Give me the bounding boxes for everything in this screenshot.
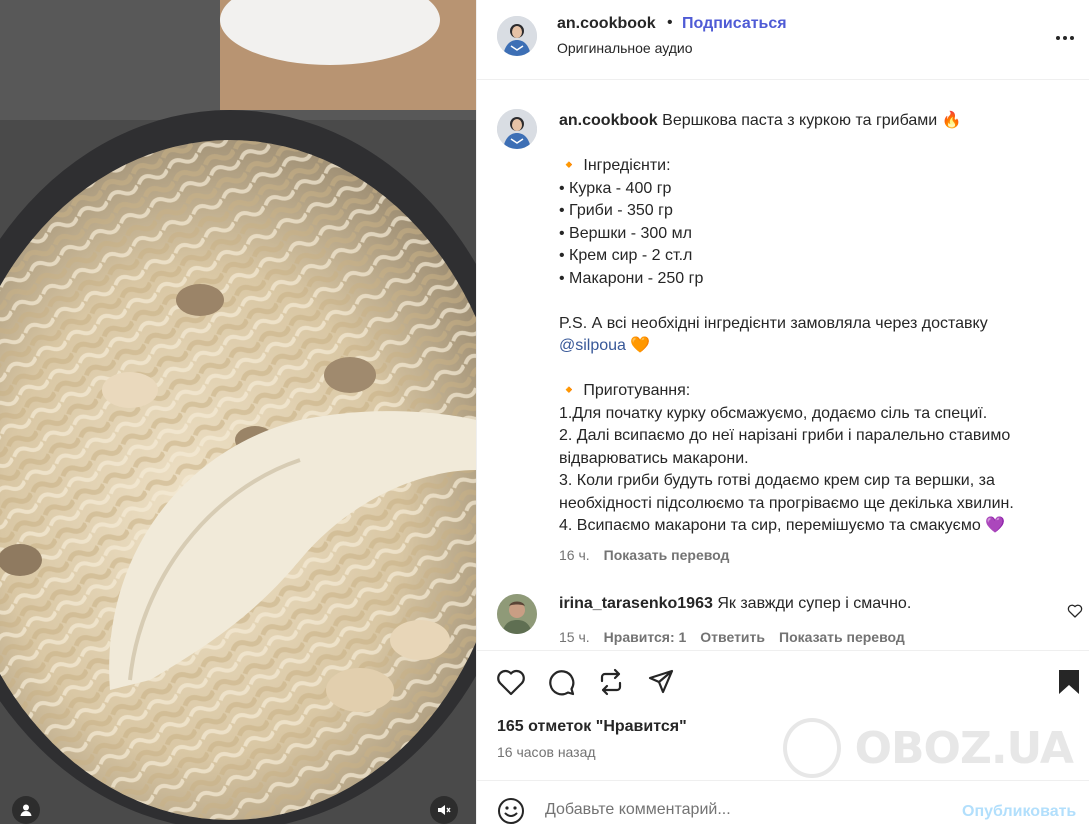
ingredients-heading: 🔸 Інгредієнти: <box>559 157 671 174</box>
oboz-watermark: OBOZ.UA <box>783 710 1074 786</box>
caption-meta: 16 ч. Показать перевод <box>559 547 743 563</box>
comment-reply-button[interactable]: Ответить <box>700 629 765 645</box>
ingredient-item: • Гриби - 350 гр <box>559 202 673 219</box>
post-caption: an.cookbook Вершкова паста з куркою та г… <box>559 110 1071 538</box>
step-line: 1.Для початку курку обсмажуємо, додаємо … <box>559 404 988 422</box>
step-line: необхідності підсолюємо та прогріваємо щ… <box>559 494 1014 512</box>
ps-text: P.S. А всі необхідні інгредієнти замовля… <box>559 314 988 332</box>
add-comment-row: Опубликовать <box>477 781 1089 824</box>
comment-text: Як завжди супер і смачно. <box>717 595 912 612</box>
post-time: 16 часов назад <box>497 744 596 760</box>
post-details: an.cookbook • Подписаться Оригинальное а… <box>476 0 1089 824</box>
comment-icon <box>549 670 575 696</box>
post-header: an.cookbook • Подписаться Оригинальное а… <box>477 0 1089 80</box>
comment-like-heart-icon[interactable] <box>1067 603 1083 619</box>
repost-button[interactable] <box>595 666 627 698</box>
caption-age: 16 ч. <box>559 547 590 563</box>
steps-heading: 🔸 Приготування: <box>559 382 691 399</box>
heart-icon <box>497 669 525 696</box>
section-divider <box>477 650 1089 651</box>
emoji-icon[interactable] <box>497 797 525 824</box>
repost-icon <box>600 668 622 696</box>
caption-title: Вершкова паста з куркою та грибами 🔥 <box>662 112 962 129</box>
follow-button[interactable]: Подписаться <box>682 15 787 33</box>
user-icon <box>20 804 32 816</box>
step-line: відварюватись макарони. <box>559 449 749 467</box>
publish-button[interactable]: Опубликовать <box>962 803 1076 821</box>
comment-button[interactable] <box>545 666 577 698</box>
commenter-username[interactable]: irina_tarasenko1963 <box>559 595 713 612</box>
step-line: 4. Всипаємо макарони та сир, перемішуємо… <box>559 517 1006 534</box>
post-media[interactable] <box>0 0 476 824</box>
ingredient-item: • Курка - 400 гр <box>559 179 672 197</box>
step-line: 3. Коли гриби будуть готві додаємо крем … <box>559 472 995 489</box>
mention-link[interactable]: @silpoua <box>559 337 626 354</box>
caption-translate-link[interactable]: Показать перевод <box>604 547 730 563</box>
ingredient-item: • Вершки - 300 мл <box>559 224 692 242</box>
globe-logo-icon <box>783 718 841 778</box>
send-icon <box>648 669 674 694</box>
comment-age: 15 ч. <box>559 629 590 645</box>
action-bar <box>497 666 1087 698</box>
comment-input[interactable] <box>545 801 945 819</box>
caption-author-avatar[interactable] <box>497 109 537 149</box>
comment-text-row: irina_tarasenko1963 Як завжди супер і см… <box>559 595 911 613</box>
likes-count[interactable]: 165 отметок "Нравится" <box>497 718 687 736</box>
post-dialog: an.cookbook • Подписаться Оригинальное а… <box>0 0 1089 824</box>
tagged-users-button[interactable] <box>12 796 40 824</box>
like-button[interactable] <box>495 666 527 698</box>
commenter-avatar[interactable] <box>497 594 537 634</box>
caption-username[interactable]: an.cookbook <box>559 112 658 129</box>
mention-emoji: 🧡 <box>630 337 651 354</box>
mute-button[interactable] <box>430 796 458 824</box>
caption-title-line: an.cookbook Вершкова паста з куркою та г… <box>559 110 1071 133</box>
comment-meta: 15 ч. Нравится: 1 Ответить Показать перевод <box>559 629 919 645</box>
pasta-video-frame <box>0 0 476 824</box>
author-avatar[interactable] <box>497 16 537 56</box>
more-horizontal-icon <box>1056 36 1074 40</box>
comment-likes-link[interactable]: Нравится: 1 <box>604 629 687 645</box>
watermark-text: OBOZ.UA <box>854 722 1074 774</box>
save-button[interactable] <box>1053 666 1085 698</box>
comment-translate-link[interactable]: Показать перевод <box>779 629 905 645</box>
ingredient-item: • Макарони - 250 гр <box>559 269 704 287</box>
separator-dot: • <box>667 14 673 31</box>
speaker-muted-icon <box>438 805 451 815</box>
ingredient-item: • Крем сир - 2 ст.л <box>559 247 693 264</box>
step-line: 2. Далі всипаємо до неї нарізані гриби і… <box>559 427 1011 444</box>
more-options-button[interactable] <box>1053 26 1077 50</box>
bookmark-icon <box>1059 670 1079 694</box>
original-audio-link[interactable]: Оригинальное аудио <box>557 40 693 56</box>
share-button[interactable] <box>645 666 677 698</box>
author-username[interactable]: an.cookbook <box>557 15 656 33</box>
